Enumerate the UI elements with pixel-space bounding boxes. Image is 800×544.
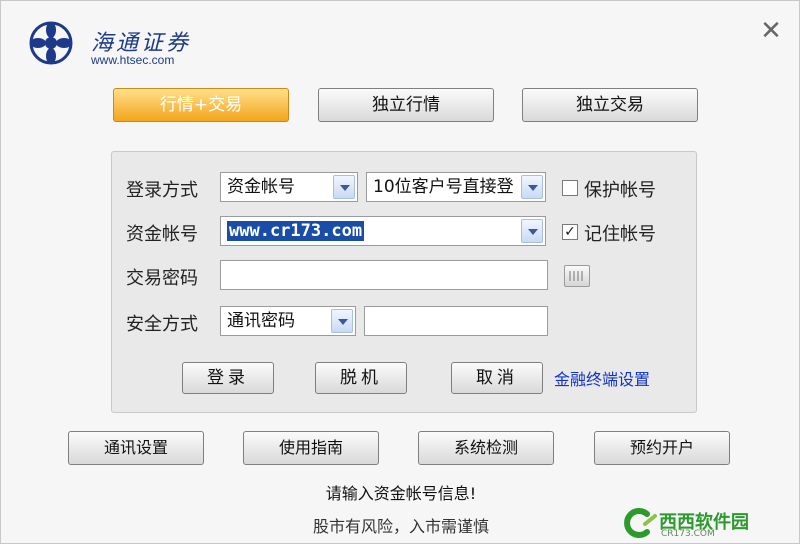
chevron-down-icon[interactable] — [331, 309, 353, 333]
close-icon[interactable]: ✕ — [759, 18, 783, 44]
watermark-subtext: CR173.COM — [661, 529, 715, 539]
mode-quote-trade-button[interactable]: 行情+交易 — [113, 88, 289, 122]
password-label: 交易密码 — [126, 268, 198, 289]
account-value: www.cr173.com — [227, 221, 365, 241]
login-button[interactable]: 登录 — [182, 362, 274, 394]
security-method-label: 安全方式 — [126, 314, 198, 335]
login-method-value: 资金帐号 — [227, 177, 295, 197]
protect-account-checkbox[interactable] — [562, 180, 578, 196]
login-method-label: 登录方式 — [126, 180, 198, 201]
protect-account-label: 保护帐号 — [584, 180, 656, 201]
cancel-button[interactable]: 取消 — [451, 362, 543, 394]
security-code-input[interactable] — [364, 306, 548, 336]
watermark: 西西软件园 CR173.COM — [621, 506, 799, 542]
remember-account-label: 记住帐号 — [584, 224, 656, 245]
brand-logo: 海通证券 www.htsec.com — [27, 19, 188, 69]
mode-quote-only-button[interactable]: 独立行情 — [318, 88, 494, 122]
login-method2-select[interactable]: 10位客户号直接登 — [366, 172, 546, 202]
offline-button[interactable]: 脱机 — [315, 362, 407, 394]
password-input[interactable] — [220, 260, 548, 290]
login-panel: 登录方式 资金帐号 10位客户号直接登 保护帐号 资金帐号 www.cr173.… — [111, 151, 697, 413]
system-check-button[interactable]: 系统检测 — [418, 431, 554, 465]
chevron-down-icon[interactable] — [521, 175, 543, 199]
haitong-logo-icon — [29, 21, 73, 65]
security-method-value: 通讯密码 — [227, 311, 295, 331]
soft-keyboard-icon[interactable] — [564, 265, 590, 287]
open-account-button[interactable]: 预约开户 — [594, 431, 730, 465]
login-method-select[interactable]: 资金帐号 — [220, 172, 358, 202]
comm-settings-button[interactable]: 通讯设置 — [68, 431, 204, 465]
remember-account-checkbox[interactable]: ✓ — [562, 224, 578, 240]
login-method2-value: 10位客户号直接登 — [373, 177, 514, 197]
watermark-logo-icon — [624, 508, 657, 538]
security-method-select[interactable]: 通讯密码 — [220, 306, 356, 336]
user-guide-button[interactable]: 使用指南 — [243, 431, 379, 465]
mode-trade-only-button[interactable]: 独立交易 — [522, 88, 698, 122]
account-label: 资金帐号 — [126, 224, 198, 245]
brand-url: www.htsec.com — [91, 53, 175, 67]
status-message: 请输入资金帐号信息! — [325, 484, 477, 503]
chevron-down-icon[interactable] — [521, 219, 543, 243]
account-input[interactable]: www.cr173.com — [220, 216, 546, 246]
chevron-down-icon[interactable] — [333, 175, 355, 199]
terminal-settings-link[interactable]: 金融终端设置 — [554, 366, 650, 390]
login-window: 海通证券 www.htsec.com ✕ 行情+交易 独立行情 独立交易 登录方… — [0, 0, 800, 544]
